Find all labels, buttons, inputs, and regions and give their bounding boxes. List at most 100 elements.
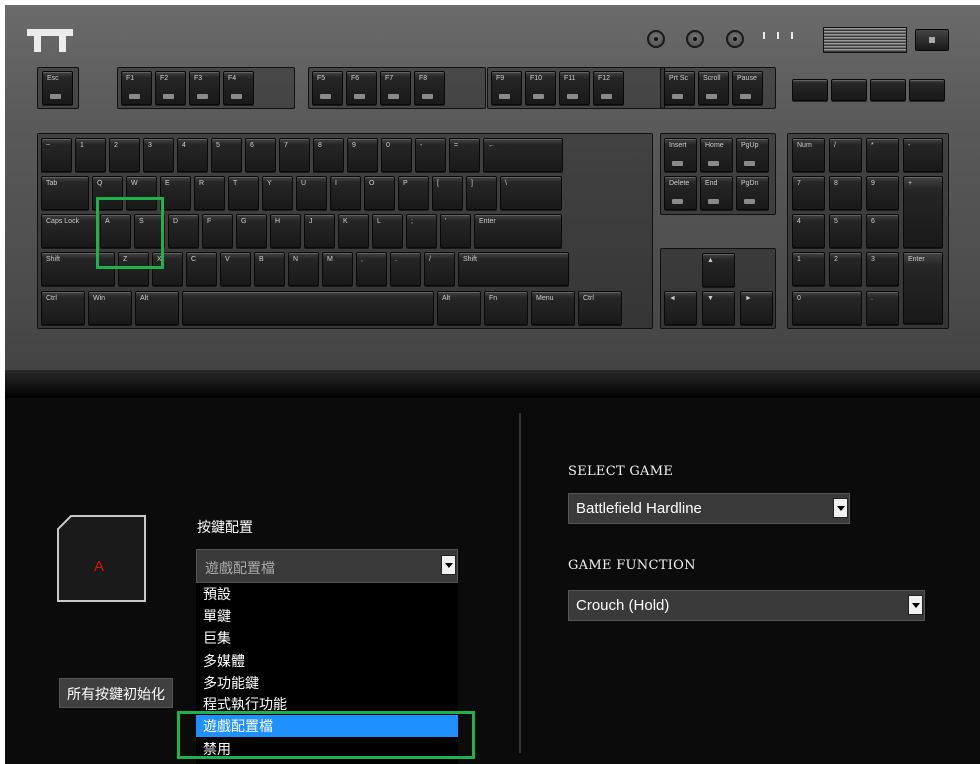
numpad-key-symbol[interactable]: + <box>903 176 943 248</box>
key-f1[interactable]: F1 <box>121 71 152 105</box>
numpad-key-3[interactable]: 3 <box>866 252 899 286</box>
key-8[interactable]: 8 <box>313 138 344 172</box>
key-f6[interactable]: F6 <box>346 71 377 105</box>
key-f4[interactable]: F4 <box>223 71 254 105</box>
key-caps-lock[interactable]: Caps Lock <box>41 214 97 248</box>
key-symbol[interactable]: , <box>356 252 387 286</box>
numpad-key-symbol[interactable]: / <box>829 138 862 172</box>
key-9[interactable]: 9 <box>347 138 378 172</box>
key-pause[interactable]: Pause <box>732 71 763 105</box>
key-pgup[interactable]: PgUp <box>736 138 769 172</box>
chevron-down-icon[interactable] <box>833 498 848 518</box>
key-home[interactable]: Home <box>700 138 733 172</box>
stop-icon[interactable] <box>792 79 828 101</box>
option-multifunction[interactable]: 多功能鍵 <box>196 672 458 694</box>
select-game-dropdown[interactable]: Battlefield Hardline <box>568 493 850 524</box>
numpad-key-2[interactable]: 2 <box>829 252 862 286</box>
key-f3[interactable]: F3 <box>189 71 220 105</box>
numpad-key-symbol[interactable]: * <box>866 138 899 172</box>
key-f7[interactable]: F7 <box>380 71 411 105</box>
key-symbol[interactable]: ] <box>466 176 497 210</box>
key-symbol[interactable]: . <box>390 252 421 286</box>
key-g[interactable]: G <box>236 214 267 248</box>
key-f8[interactable]: F8 <box>414 71 445 105</box>
key-symbol[interactable]: ' <box>440 214 471 248</box>
key-scroll[interactable]: Scroll <box>698 71 729 105</box>
key-symbol[interactable]: = <box>449 138 480 172</box>
key-f9[interactable]: F9 <box>491 71 522 105</box>
key-r[interactable]: R <box>194 176 225 210</box>
reset-all-keys-button[interactable]: 所有按鍵初始化 <box>59 678 173 708</box>
key-0[interactable]: 0 <box>381 138 412 172</box>
key-symbol[interactable]: - <box>415 138 446 172</box>
key-alt[interactable]: Alt <box>135 291 179 325</box>
key-end[interactable]: End <box>700 176 733 210</box>
key-symbol[interactable]: \ <box>500 176 562 210</box>
arrow-up-key[interactable]: ▲ <box>702 253 735 287</box>
key-e[interactable]: E <box>160 176 191 210</box>
key-k[interactable]: K <box>338 214 369 248</box>
numpad-key-4[interactable]: 4 <box>792 214 825 248</box>
arrow-right-key[interactable]: ► <box>740 291 773 325</box>
arrow-down-key[interactable]: ▼ <box>702 291 735 325</box>
key-n[interactable]: N <box>288 252 319 286</box>
key-symbol[interactable]: ← <box>483 138 563 172</box>
key-5[interactable]: 5 <box>211 138 242 172</box>
key-menu-right[interactable]: Menu <box>531 291 575 325</box>
key-6[interactable]: 6 <box>245 138 276 172</box>
key-fn-right[interactable]: Fn <box>484 291 528 325</box>
profile-button[interactable] <box>686 30 704 48</box>
key-symbol[interactable]: [ <box>432 176 463 210</box>
key-tab[interactable]: Tab <box>41 176 89 210</box>
key-ctrl-right[interactable]: Ctrl <box>578 291 622 325</box>
key-config-dropdown[interactable]: 遊戲配置檔 <box>196 549 458 583</box>
key-m[interactable]: M <box>322 252 353 286</box>
chevron-down-icon[interactable] <box>441 555 456 575</box>
numpad-key-enter[interactable]: Enter <box>903 252 943 324</box>
key-f2[interactable]: F2 <box>155 71 186 105</box>
key-enter[interactable]: Enter <box>474 214 562 248</box>
key-v[interactable]: V <box>220 252 251 286</box>
key-alt-right[interactable]: Alt <box>437 291 481 325</box>
key-f11[interactable]: F11 <box>559 71 590 105</box>
key-j[interactable]: J <box>304 214 335 248</box>
key-7[interactable]: 7 <box>279 138 310 172</box>
option-default[interactable]: 預設 <box>196 583 458 605</box>
key-p[interactable]: P <box>398 176 429 210</box>
numpad-key-1[interactable]: 1 <box>792 252 825 286</box>
key-3[interactable]: 3 <box>143 138 174 172</box>
key-shift-right[interactable]: Shift <box>458 252 569 286</box>
numpad-key-5[interactable]: 5 <box>829 214 862 248</box>
key-2[interactable]: 2 <box>109 138 140 172</box>
key-symbol[interactable]: / <box>424 252 455 286</box>
numpad-key-symbol[interactable]: . <box>866 291 899 325</box>
key-space[interactable] <box>182 291 434 325</box>
arrow-left-key[interactable]: ◄ <box>664 291 697 325</box>
numpad-key-7[interactable]: 7 <box>792 176 825 210</box>
key-f12[interactable]: F12 <box>593 71 624 105</box>
key-insert[interactable]: Insert <box>664 138 697 172</box>
key-y[interactable]: Y <box>262 176 293 210</box>
next-icon[interactable] <box>909 79 945 101</box>
key-symbol[interactable]: ; <box>406 214 437 248</box>
volume-wheel[interactable] <box>823 27 907 53</box>
play-pause-icon[interactable] <box>870 79 906 101</box>
lock-button[interactable] <box>726 30 744 48</box>
key-l[interactable]: L <box>372 214 403 248</box>
key-prt-sc[interactable]: Prt Sc <box>664 71 695 105</box>
key-f10[interactable]: F10 <box>525 71 556 105</box>
key-i[interactable]: I <box>330 176 361 210</box>
key-pgdn[interactable]: PgDn <box>736 176 769 210</box>
key-h[interactable]: H <box>270 214 301 248</box>
option-multimedia[interactable]: 多媒體 <box>196 650 458 672</box>
numpad-key-0[interactable]: 0 <box>792 291 862 325</box>
key-symbol[interactable]: ~ <box>41 138 72 172</box>
key-t[interactable]: T <box>228 176 259 210</box>
key-f5[interactable]: F5 <box>312 71 343 105</box>
prev-icon[interactable] <box>831 79 867 101</box>
numpad-key-symbol[interactable]: - <box>903 138 943 172</box>
key-c[interactable]: C <box>186 252 217 286</box>
key-esc[interactable]: Esc <box>42 71 73 105</box>
game-function-dropdown[interactable]: Crouch (Hold) <box>568 590 925 621</box>
key-u[interactable]: U <box>296 176 327 210</box>
